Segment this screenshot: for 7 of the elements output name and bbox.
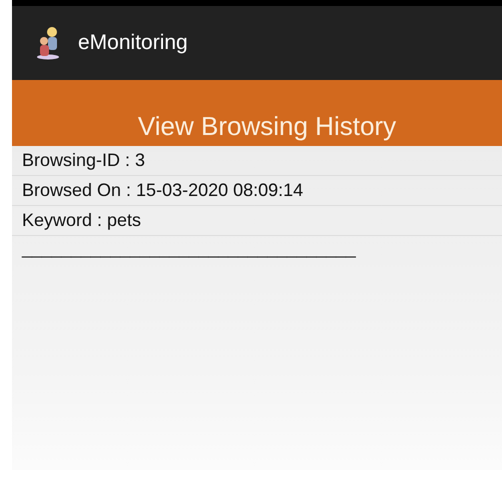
page-title: View Browsing History bbox=[138, 111, 396, 142]
detail-text: Browsing-ID : 3 bbox=[22, 150, 146, 171]
app-title: eMonitoring bbox=[78, 31, 188, 55]
family-icon bbox=[36, 26, 62, 60]
detail-text: Keyword : pets bbox=[22, 210, 142, 231]
detail-text: Browsed On : 15-03-2020 08:09:14 bbox=[22, 180, 304, 201]
separator-text: __________________________________ bbox=[22, 238, 356, 259]
